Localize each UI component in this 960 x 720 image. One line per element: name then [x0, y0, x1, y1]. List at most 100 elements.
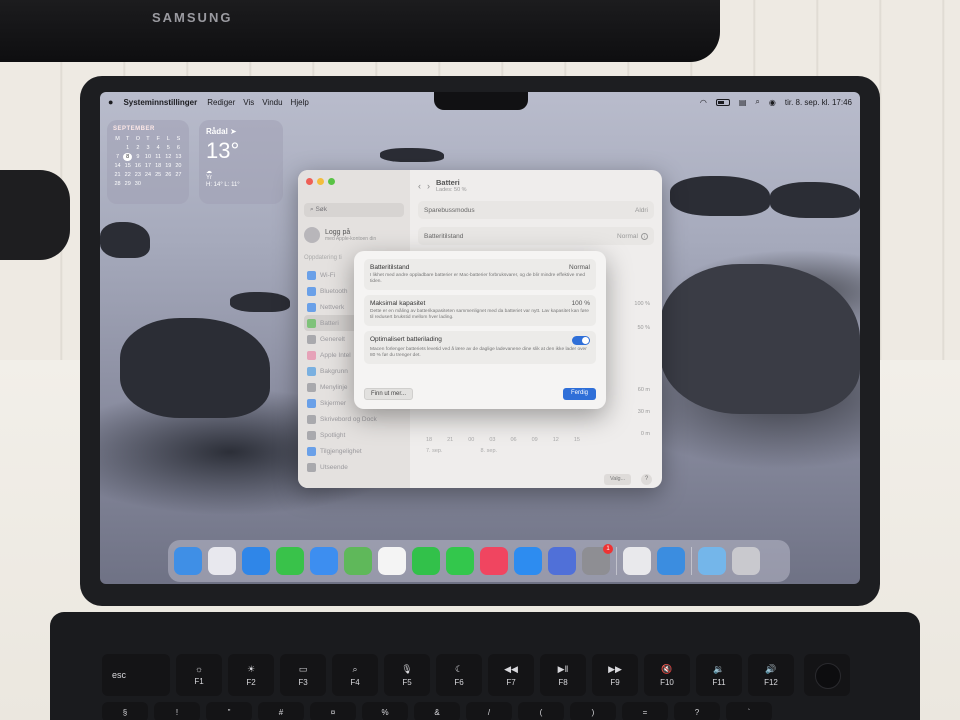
key-number-row[interactable]: ?	[674, 702, 720, 720]
mail-icon[interactable]	[310, 547, 338, 575]
key-number-row[interactable]: %	[362, 702, 408, 720]
key-esc[interactable]: esc	[102, 654, 170, 696]
key-f7[interactable]: ◀◀ F7	[488, 654, 534, 696]
dock-separator	[616, 547, 617, 575]
trash-icon[interactable]	[732, 547, 760, 575]
wifi-icon[interactable]: ◠	[700, 98, 707, 107]
sidebar-item-skrivebord-og-dock[interactable]: Skrivebord og Dock	[304, 411, 404, 427]
key-f4[interactable]: ⌕ F4	[332, 654, 378, 696]
sidebar-item-icon	[307, 382, 316, 392]
key-f2-icon: ☀	[246, 663, 256, 674]
siri-icon[interactable]: ◉	[769, 98, 776, 107]
key-number-row[interactable]: (	[518, 702, 564, 720]
key-f5[interactable]: 🎙 F5	[384, 654, 430, 696]
calendar-day: 10	[144, 154, 152, 160]
battery-health-row[interactable]: Batteritilstand Normal i	[418, 227, 654, 245]
key-number-row[interactable]: §	[102, 702, 148, 720]
sidebar-item-label: Menylinje	[320, 383, 348, 391]
appstore-icon[interactable]	[514, 547, 542, 575]
menu-rediger[interactable]: Rediger	[207, 98, 235, 107]
key-f6[interactable]: ☾ F6	[436, 654, 482, 696]
key-f1[interactable]: ☼ F1	[176, 654, 222, 696]
options-button[interactable]: Valg...	[604, 474, 632, 485]
maps-icon[interactable]	[344, 547, 372, 575]
zoom-window-icon[interactable]	[328, 178, 335, 185]
calendar-day: 28	[114, 181, 121, 187]
phone-icon[interactable]	[446, 547, 474, 575]
apple-account-login[interactable]: Logg på med Apple-kontoen din	[304, 227, 404, 243]
launchpad-icon[interactable]	[208, 547, 236, 575]
low-power-mode-row[interactable]: Sparebussmodus Aldri	[418, 201, 654, 219]
key-number-row[interactable]: "	[206, 702, 252, 720]
menu-app-name[interactable]: Systeminnstillinger	[123, 98, 197, 107]
key-number-row[interactable]: /	[466, 702, 512, 720]
preview-icon[interactable]	[623, 547, 651, 575]
sheet-value: Normal	[569, 264, 590, 271]
photos-icon[interactable]	[378, 547, 406, 575]
key-f10[interactable]: 🔇 F10	[644, 654, 690, 696]
weather-icon[interactable]	[657, 547, 685, 575]
facetime-icon[interactable]	[412, 547, 440, 575]
calendar-day: 8	[123, 153, 133, 161]
weather-temp: 13°	[206, 138, 240, 163]
messages-icon[interactable]	[276, 547, 304, 575]
minimize-window-icon[interactable]	[317, 178, 324, 185]
learn-more-button[interactable]: Finn ut mer...	[364, 388, 414, 400]
safari-icon[interactable]	[242, 547, 270, 575]
apple-menu-icon[interactable]: ●	[108, 97, 113, 107]
key-f3[interactable]: ▭ F3	[280, 654, 326, 696]
key-number-row[interactable]: &	[414, 702, 460, 720]
key-number-row[interactable]: `	[726, 702, 772, 720]
info-icon[interactable]: i	[641, 232, 648, 240]
sidebar-item-tilgjengelighet[interactable]: Tilgjengelighet	[304, 443, 404, 459]
chart-hour-label: 03	[489, 437, 496, 443]
chart-date: 8. sep.	[480, 448, 498, 454]
calendar-weekday: M	[115, 136, 120, 142]
menu-vindu[interactable]: Vindu	[262, 98, 282, 107]
weather-widget[interactable]: Rådal ➤ 13° ☁ Yr H: 14° L: 11°	[199, 120, 283, 204]
key-number-row[interactable]: ¤	[310, 702, 356, 720]
back-arrow-icon[interactable]: ‹	[418, 181, 421, 191]
calendar-day: 7	[116, 154, 120, 160]
key-f2[interactable]: ☀ F2	[228, 654, 274, 696]
settings-search-input[interactable]: ⌕ Søk	[304, 203, 404, 217]
key-number-row[interactable]: #	[258, 702, 304, 720]
music-icon[interactable]	[480, 547, 508, 575]
menu-hjelp[interactable]: Hjelp	[291, 98, 309, 107]
key-label: F8	[558, 677, 568, 687]
touch-id-key[interactable]	[804, 654, 850, 696]
calendar-day: 5	[166, 145, 170, 151]
calendar-widget[interactable]: SEPTEMBER M T O T F L S 1 2 3 4 5 6 7 8 9 10 11 12 13 14 15 16…	[107, 120, 189, 204]
optimized-charging-toggle[interactable]	[572, 336, 590, 345]
calendar-weekday: L	[166, 136, 170, 142]
iphone-mirroring-icon[interactable]	[548, 547, 576, 575]
key-number-row[interactable]: )	[570, 702, 616, 720]
chart-min-label: 30 m	[637, 409, 650, 415]
done-button[interactable]: Ferdig	[562, 388, 596, 400]
key-number-row[interactable]: =	[622, 702, 668, 720]
help-button[interactable]: ?	[641, 474, 652, 485]
key-f12[interactable]: 🔊 F12	[748, 654, 794, 696]
downloads-folder-icon[interactable]	[698, 547, 726, 575]
spotlight-icon[interactable]: ⌕	[755, 97, 759, 107]
sheet-title: Optimalisert batterilading	[370, 336, 442, 343]
forward-arrow-icon[interactable]: ›	[427, 181, 430, 191]
key-f11[interactable]: 🔉 F11	[696, 654, 742, 696]
chart-pct-label: 100 %	[634, 301, 650, 307]
finder-icon[interactable]	[174, 547, 202, 575]
key-number-row[interactable]: !	[154, 702, 200, 720]
battery-icon[interactable]	[715, 98, 730, 106]
key-f8[interactable]: ▶‖ F8	[540, 654, 586, 696]
calendar-weekday: T	[146, 136, 150, 142]
sidebar-item-spotlight[interactable]: Spotlight	[304, 427, 404, 443]
low-power-mode-value[interactable]: Aldri	[635, 207, 648, 214]
sidebar-item-label: Utseende	[320, 463, 348, 471]
menu-clock[interactable]: tir. 8. sep. kl. 17:46	[785, 98, 852, 107]
rock	[380, 148, 444, 162]
menu-vis[interactable]: Vis	[243, 98, 254, 107]
close-window-icon[interactable]	[306, 178, 313, 185]
system-settings-icon[interactable]: 1	[582, 544, 613, 575]
sidebar-item-utseende[interactable]: Utseende	[304, 459, 404, 475]
control-center-icon[interactable]: ▤	[739, 98, 747, 107]
key-f9[interactable]: ▶▶ F9	[592, 654, 638, 696]
